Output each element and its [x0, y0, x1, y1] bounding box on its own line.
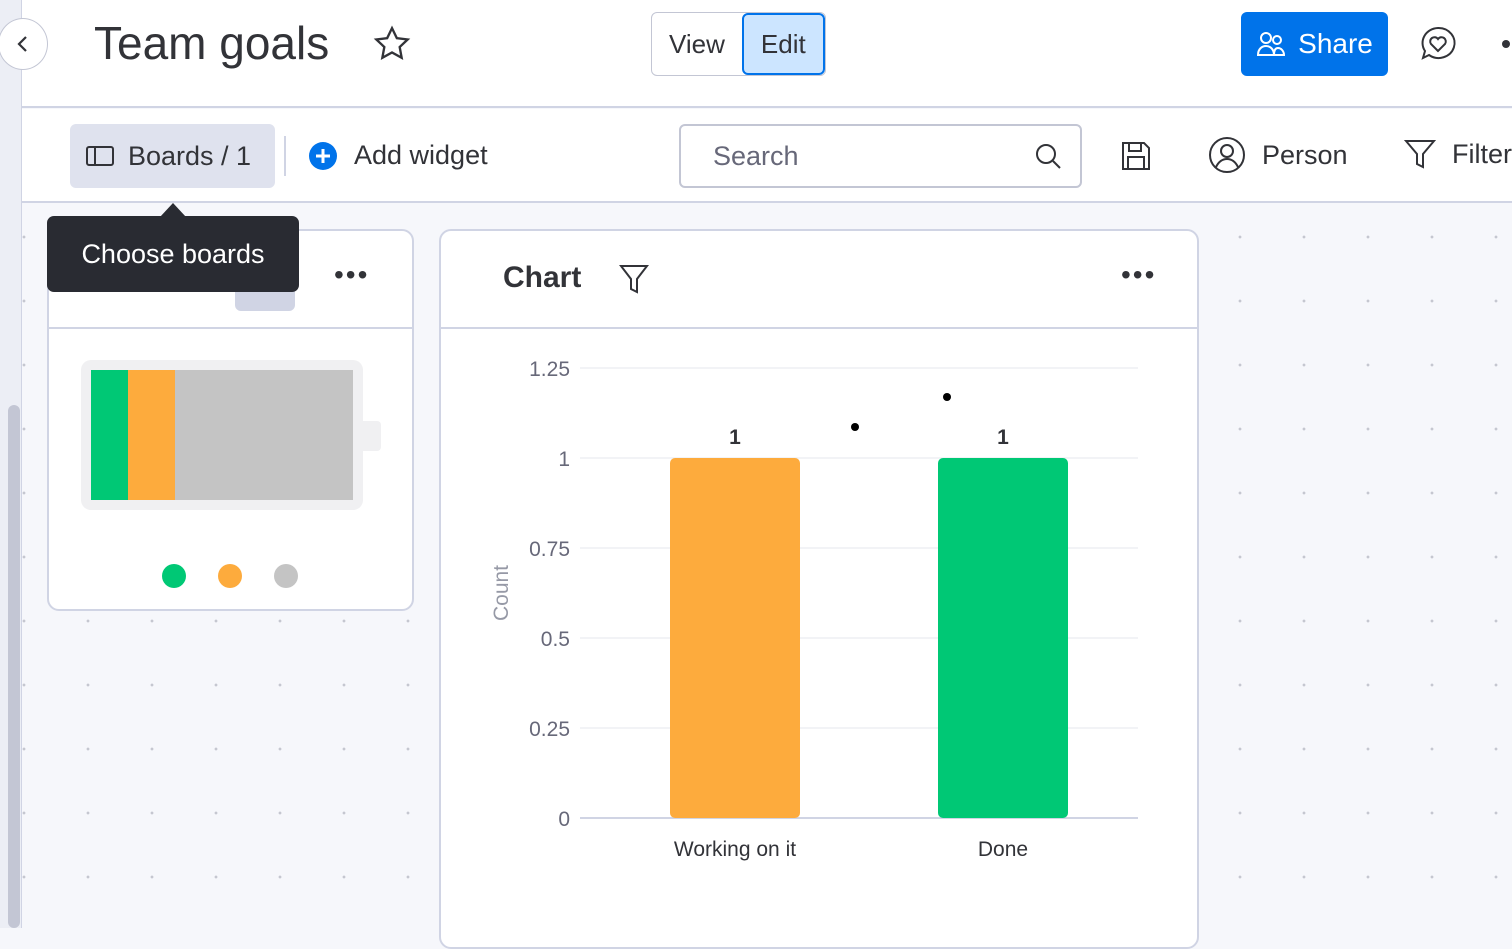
- plus-circle-icon: [309, 141, 337, 170]
- battery-segment: [127, 370, 175, 500]
- battery-segment: [174, 370, 353, 500]
- page-title: Team goals: [94, 17, 330, 69]
- person-filter-button[interactable]: Person: [1208, 136, 1348, 174]
- battery-tip: [363, 421, 381, 451]
- scrollbar[interactable]: [8, 405, 20, 928]
- tooltip-text: Choose boards: [81, 238, 265, 269]
- share-button[interactable]: Share: [1241, 12, 1388, 76]
- share-label: Share: [1298, 28, 1373, 59]
- legend-dot: [218, 564, 242, 588]
- battery-segment: [91, 370, 128, 500]
- search-input[interactable]: Search: [679, 124, 1082, 188]
- add-widget-button[interactable]: Add widget: [308, 140, 488, 171]
- filter-button[interactable]: Filter: [1404, 138, 1512, 170]
- people-icon: [1257, 32, 1286, 56]
- divider: [284, 136, 286, 176]
- filter-icon[interactable]: [619, 263, 649, 295]
- search-placeholder: Search: [713, 140, 799, 171]
- heart-chat-icon[interactable]: [1418, 24, 1458, 64]
- back-button[interactable]: [0, 18, 48, 70]
- save-icon[interactable]: [1120, 140, 1152, 172]
- choose-boards-tooltip: Choose boards: [47, 216, 299, 292]
- legend-dot: [162, 564, 186, 588]
- add-widget-label: Add widget: [354, 140, 488, 170]
- board-icon: [86, 146, 114, 166]
- chart-widget: Chart •••: [439, 229, 1199, 949]
- edit-button[interactable]: Edit: [741, 13, 825, 75]
- battery-icon: [81, 360, 363, 510]
- chevron-left-icon: [17, 36, 27, 52]
- view-button[interactable]: View: [652, 13, 742, 75]
- chart-title: Chart: [503, 261, 582, 294]
- view-edit-toggle: View Edit: [651, 12, 826, 76]
- boards-label: Boards / 1: [128, 140, 252, 171]
- search-icon: [1036, 144, 1061, 169]
- filter-icon: [1404, 140, 1436, 169]
- boards-button[interactable]: Boards / 1: [70, 124, 275, 188]
- person-label: Person: [1262, 139, 1348, 170]
- widget-menu-button[interactable]: •••: [1121, 259, 1156, 291]
- star-icon[interactable]: [372, 24, 412, 64]
- legend-dot: [274, 564, 298, 588]
- widget-menu-button[interactable]: •••: [334, 259, 369, 291]
- tooltip-arrow: [160, 203, 186, 217]
- filter-label: Filter: [1452, 138, 1512, 169]
- person-icon: [1209, 137, 1245, 173]
- more-icon[interactable]: [1502, 40, 1510, 48]
